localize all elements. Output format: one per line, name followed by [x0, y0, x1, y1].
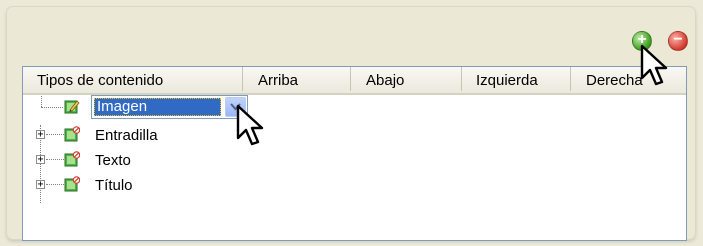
tree-connector	[41, 96, 42, 107]
tree-item-label: Entradilla	[95, 127, 158, 144]
expand-toggle[interactable]: +	[36, 130, 45, 140]
expand-toggle[interactable]: +	[36, 155, 45, 165]
mouse-pointer-icon	[236, 104, 264, 146]
grid-header: Tipos de contenido Arriba Abajo Izquierd…	[23, 67, 686, 95]
tree-item-label: Texto	[95, 152, 131, 169]
content-type-combobox[interactable]: Imagen	[91, 95, 248, 119]
tree-connector	[46, 159, 64, 160]
combobox-value[interactable]: Imagen	[94, 98, 221, 116]
content-icon	[64, 176, 80, 192]
column-header-content-types[interactable]: Tipos de contenido	[23, 67, 243, 91]
column-header-top[interactable]: Arriba	[243, 67, 351, 91]
content-types-grid[interactable]: Tipos de contenido Arriba Abajo Izquierd…	[22, 66, 687, 241]
minus-circle-icon: −	[673, 31, 683, 48]
content-edit-icon	[64, 100, 80, 114]
mouse-pointer-icon	[640, 44, 668, 86]
tree-connector	[41, 107, 63, 108]
column-header-bottom[interactable]: Abajo	[351, 67, 462, 91]
tree-connector	[46, 184, 64, 185]
column-header-left[interactable]: Izquierda	[462, 67, 571, 91]
tree-connector	[46, 134, 64, 135]
content-tree: Imagen + Entradilla + Texto + Título	[23, 95, 686, 240]
content-icon	[64, 151, 80, 167]
tree-item-label: Título	[95, 177, 133, 194]
content-icon	[64, 126, 80, 142]
remove-button[interactable]: −	[668, 31, 688, 51]
expand-toggle[interactable]: +	[36, 180, 45, 190]
